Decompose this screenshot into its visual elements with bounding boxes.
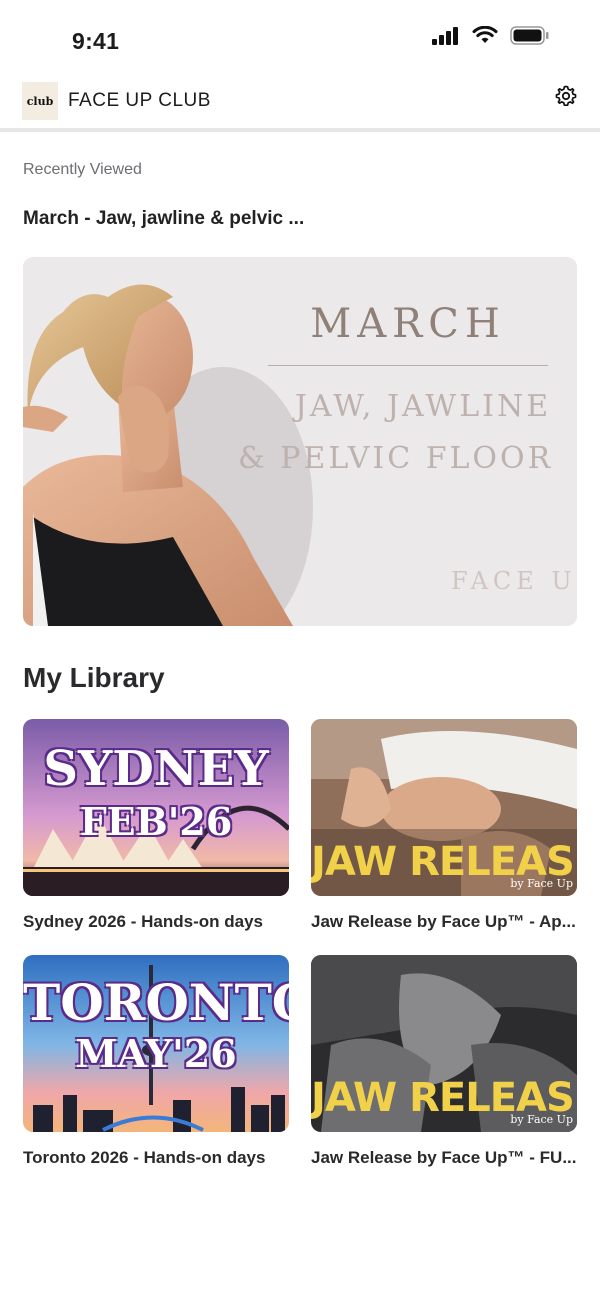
status-icons (432, 26, 550, 45)
recent-item-hero-card[interactable]: MARCH JAW, JAWLINE & PELVIC FLOOR FACE U (23, 257, 577, 626)
app-logo: club (22, 82, 58, 120)
toronto-poster-date: MAY'26 (75, 1031, 237, 1076)
library-thumbnail: TORONTO MAY'26 (23, 955, 289, 1132)
library-item-sydney[interactable]: SYDNEY FEB'26 Sydney 2026 - Hands-on day… (23, 719, 289, 932)
library-item-toronto[interactable]: TORONTO MAY'26 Toronto 2026 - Hands-on d… (23, 955, 289, 1168)
library-item-jaw-release-2[interactable]: JAW RELEASE by Face Up Jaw Release by Fa… (311, 955, 577, 1168)
library-item-label: Sydney 2026 - Hands-on days (23, 912, 263, 931)
status-bar: 9:41 (0, 0, 600, 80)
hero-title-march: MARCH (310, 301, 506, 347)
sydney-poster-title: SYDNEY (43, 741, 269, 797)
library-thumbnail: JAW RELEASE by Face Up (311, 719, 577, 896)
library-item-label: Toronto 2026 - Hands-on days (23, 1148, 266, 1167)
battery-icon (510, 26, 549, 45)
wifi-icon (472, 26, 498, 43)
sydney-poster-date: FEB'26 (79, 799, 233, 844)
status-time: 9:41 (72, 28, 120, 54)
library-item-label: Jaw Release by Face Up™ - FU... (311, 1148, 577, 1167)
library-thumbnail: SYDNEY FEB'26 (23, 719, 289, 896)
hero-subtitle-line1: JAW, JAWLINE (294, 389, 552, 424)
recent-item-title[interactable]: March - Jaw, jawline & pelvic ... (23, 208, 304, 230)
toronto-poster-title: TORONTO (23, 973, 289, 1032)
app-title: FACE UP CLUB (68, 90, 211, 111)
library-thumbnail: JAW RELEASE by Face Up (311, 955, 577, 1132)
hero-divider (268, 365, 548, 366)
gear-icon[interactable] (554, 84, 578, 108)
recently-viewed-label: Recently Viewed (23, 161, 142, 178)
jaw-release-poster-byline: by Face Up (510, 1113, 573, 1126)
jaw-release-poster-byline: by Face Up (510, 877, 573, 890)
cellular-signal-icon (432, 26, 458, 45)
library-item-jaw-release-1[interactable]: JAW RELEASE by Face Up Jaw Release by Fa… (311, 719, 577, 932)
hero-brand-text: FACE U (451, 567, 577, 595)
library-title: My Library (23, 662, 165, 693)
app-header: club FACE UP CLUB (0, 80, 600, 132)
hero-subtitle-line2: & PELVIC FLOOR (238, 441, 554, 476)
library-item-label: Jaw Release by Face Up™ - Ap... (311, 912, 576, 931)
